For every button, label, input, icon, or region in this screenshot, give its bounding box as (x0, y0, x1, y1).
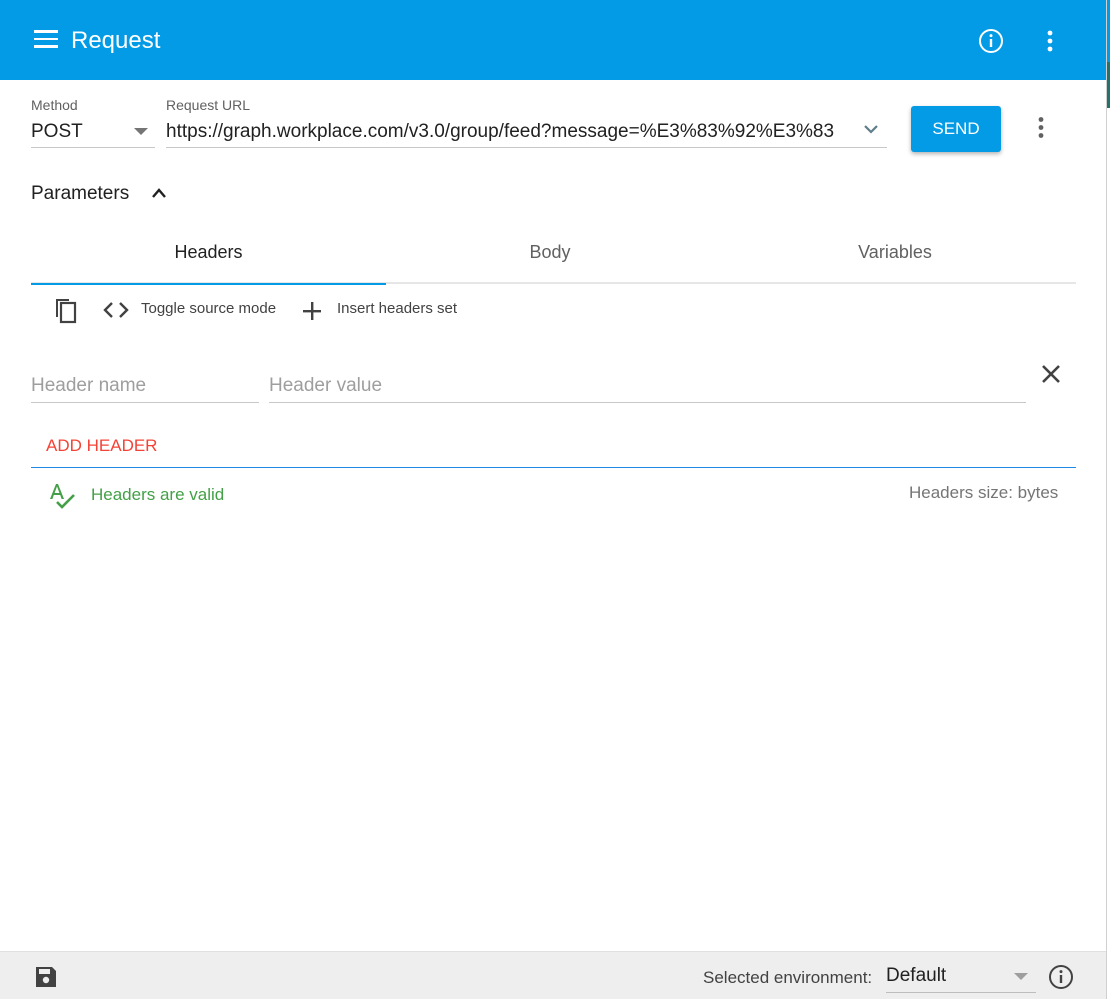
add-icon[interactable] (300, 299, 324, 323)
headers-valid-text: Headers are valid (91, 485, 225, 504)
send-button[interactable]: SEND (911, 106, 1001, 152)
environment-label: Selected environment: (703, 968, 873, 987)
window-edge (1106, 0, 1110, 999)
info-icon[interactable] (978, 28, 1004, 54)
tab-body[interactable]: Body (386, 242, 714, 263)
method-select[interactable]: POST (31, 121, 131, 143)
header-name-input[interactable]: Header name (31, 375, 257, 397)
page-title: Request (71, 27, 161, 54)
chevron-down-icon[interactable] (862, 122, 880, 136)
environment-underline (886, 992, 1036, 993)
add-header-button[interactable]: ADD HEADER (46, 436, 157, 456)
header-name-underline (31, 402, 259, 403)
more-vert-icon[interactable] (1043, 29, 1057, 55)
close-icon[interactable] (1040, 363, 1062, 385)
app-bar: Request (0, 0, 1106, 80)
url-input[interactable]: https://graph.workplace.com/v3.0/group/f… (166, 121, 856, 143)
url-underline (166, 147, 887, 148)
environment-dropdown-icon[interactable] (1014, 973, 1028, 980)
tab-variables[interactable]: Variables (714, 242, 1076, 263)
header-value-input[interactable]: Header value (269, 375, 1019, 397)
url-label: Request URL (166, 97, 251, 113)
method-dropdown-icon[interactable] (134, 128, 148, 135)
tab-headers[interactable]: Headers (31, 242, 386, 263)
headers-size-text: Headers size: bytes (909, 483, 1059, 502)
menu-icon[interactable] (34, 30, 58, 50)
insert-headers-set-button[interactable]: Insert headers set (337, 300, 457, 317)
environment-select[interactable]: Default (886, 965, 946, 987)
status-bar: Selected environment: Default (0, 951, 1106, 999)
add-header-divider (31, 467, 1076, 468)
toggle-source-mode-button[interactable]: Toggle source mode (141, 300, 276, 317)
save-icon[interactable] (34, 965, 58, 989)
parameters-title: Parameters (31, 183, 130, 204)
header-value-underline (269, 402, 1026, 403)
request-more-icon[interactable] (1034, 116, 1048, 140)
tab-indicator (31, 283, 386, 285)
code-icon[interactable] (102, 299, 130, 321)
spellcheck-icon (50, 484, 75, 509)
method-label: Method (31, 97, 78, 113)
method-underline (31, 147, 155, 148)
chevron-up-icon[interactable] (150, 186, 168, 200)
environment-info-icon[interactable] (1048, 964, 1074, 990)
copy-icon[interactable] (52, 295, 78, 325)
